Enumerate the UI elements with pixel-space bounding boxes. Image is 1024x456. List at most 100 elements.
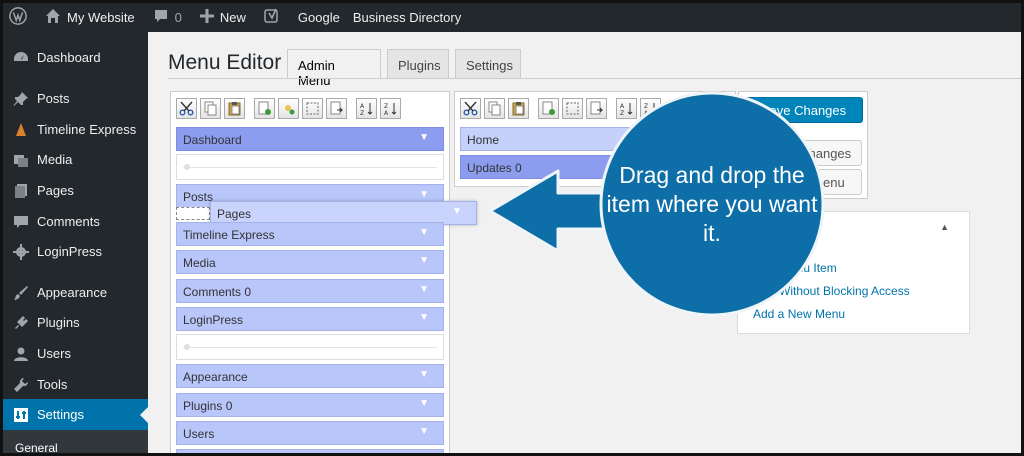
menu-item-timeline-express[interactable]: Timeline Express ▼: [176, 222, 444, 246]
comments-link[interactable]: 0: [144, 3, 191, 32]
home-icon: [45, 8, 61, 27]
menu-item-loginpress[interactable]: LoginPress ▼: [176, 307, 444, 331]
google-link[interactable]: Google: [289, 3, 349, 32]
sidebar-item-posts[interactable]: Posts: [3, 83, 148, 114]
svg-text:Z: Z: [644, 103, 648, 110]
menu-item-comments[interactable]: Comments 0 ▼: [176, 279, 444, 303]
google-label: Google: [297, 10, 340, 25]
menu-separator[interactable]: [176, 334, 444, 360]
sort-descending-button[interactable]: ZA: [640, 98, 661, 119]
sidebar-item-label: Comments: [37, 214, 100, 229]
sidebar-item-loginpress[interactable]: LoginPress: [3, 236, 148, 267]
new-item-button[interactable]: [538, 98, 559, 119]
svg-text:Z: Z: [360, 110, 364, 116]
chevron-down-icon[interactable]: ▼: [419, 255, 429, 266]
sort-descending-button[interactable]: ZA: [380, 98, 401, 119]
sort-az-icon: AZ: [359, 101, 374, 116]
sort-za-icon: ZA: [383, 101, 398, 116]
scissors-icon: [179, 101, 194, 116]
menu-item-label: Appearance: [183, 370, 248, 384]
sort-ascending-button[interactable]: AZ: [356, 98, 377, 119]
comment-icon: [11, 214, 31, 230]
sidebar-item-media[interactable]: Media: [3, 144, 148, 175]
copy-button[interactable]: [484, 98, 505, 119]
sidebar-item-timeline-express[interactable]: Timeline Express: [3, 114, 148, 145]
cut-button[interactable]: [176, 98, 197, 119]
chevron-down-icon[interactable]: ▼: [419, 227, 429, 238]
sidebar-item-users[interactable]: Users: [3, 338, 148, 369]
svg-text:A: A: [644, 110, 649, 116]
new-item-button[interactable]: [254, 98, 275, 119]
new-document-icon: [541, 101, 556, 116]
new-content-link[interactable]: New: [191, 3, 255, 32]
menu-item-plugins[interactable]: Plugins 0 ▼: [176, 393, 444, 417]
svg-text:Z: Z: [384, 103, 388, 110]
sidebar-item-tools[interactable]: Tools: [3, 369, 148, 400]
chevron-down-icon[interactable]: ▼: [419, 284, 429, 295]
submenu-item-home[interactable]: Home: [460, 127, 730, 151]
save-changes-button[interactable]: Save Changes: [744, 97, 863, 123]
menu-item-label: Updates 0: [467, 161, 522, 175]
howto-link-add-menu[interactable]: Add a New Menu: [753, 307, 845, 321]
tab-settings[interactable]: Settings: [455, 49, 521, 79]
cut-button[interactable]: [460, 98, 481, 119]
chevron-down-icon[interactable]: ▼: [452, 206, 462, 217]
chevron-down-icon[interactable]: ▼: [419, 398, 429, 409]
new-separator-button[interactable]: [278, 98, 299, 119]
menu-item-label: LoginPress: [183, 313, 244, 327]
right-toolbar: AZ ZA: [460, 98, 661, 119]
business-directory-link[interactable]: Business Directory: [349, 3, 470, 32]
sort-ascending-button[interactable]: AZ: [616, 98, 637, 119]
wordpress-icon: [9, 7, 27, 28]
chevron-down-icon[interactable]: ▼: [419, 132, 429, 143]
chevron-down-icon[interactable]: ▼: [419, 426, 429, 437]
menu-item-label: Dashboard: [183, 133, 242, 147]
copy-button[interactable]: [200, 98, 221, 119]
sidebar-item-comments[interactable]: Comments: [3, 206, 148, 237]
sidebar-item-appearance[interactable]: Appearance: [3, 277, 148, 308]
wrench-icon: [11, 377, 31, 393]
clipboard-icon: [511, 101, 526, 116]
yoast-link[interactable]: [255, 3, 289, 32]
menu-item-appearance[interactable]: Appearance ▼: [176, 364, 444, 388]
new-document-icon: [257, 101, 272, 116]
svg-text:A: A: [620, 103, 625, 110]
chevron-down-icon[interactable]: ▼: [419, 369, 429, 380]
chevron-down-icon[interactable]: ▼: [419, 312, 429, 323]
sparkle-document-icon: [281, 101, 296, 116]
sort-za-icon: ZA: [643, 101, 658, 116]
howto-link-without-blocking[interactable]: Without Blocking Access: [779, 284, 910, 298]
site-name-link[interactable]: My Website: [36, 3, 144, 32]
sidebar-item-label: Pages: [37, 183, 74, 198]
tab-plugins[interactable]: Plugins: [387, 49, 449, 79]
menu-separator[interactable]: [176, 154, 444, 180]
menu-item-users[interactable]: Users ▼: [176, 421, 444, 445]
menu-item-partial: [176, 449, 444, 453]
select-button[interactable]: [562, 98, 583, 119]
left-toolbar: AZ ZA: [176, 98, 401, 119]
paste-button[interactable]: [508, 98, 529, 119]
sidebar-item-dashboard[interactable]: Dashboard: [3, 42, 148, 73]
pages-icon: [11, 183, 31, 199]
menu-item-media[interactable]: Media ▼: [176, 250, 444, 274]
sidebar-item-label: Media: [37, 152, 73, 167]
menu-item-label: Comments 0: [183, 285, 252, 299]
business-directory-label: Business Directory: [352, 10, 462, 25]
wordpress-logo[interactable]: [3, 3, 36, 32]
select-button[interactable]: [302, 98, 323, 119]
svg-text:A: A: [360, 103, 365, 110]
sidebar-item-settings[interactable]: Settings: [3, 399, 148, 430]
move-button[interactable]: [326, 98, 347, 119]
move-button[interactable]: [586, 98, 607, 119]
tab-admin-menu[interactable]: Admin Menu: [287, 49, 381, 88]
sidebar-item-plugins[interactable]: Plugins: [3, 307, 148, 338]
menu-item-dashboard[interactable]: Dashboard ▼: [176, 127, 444, 151]
chevron-down-icon[interactable]: ▼: [419, 189, 429, 200]
submenu-item-general[interactable]: General: [3, 430, 148, 453]
howto-link-menu-item[interactable]: enu Item: [790, 261, 837, 275]
sidebar-item-pages[interactable]: Pages: [3, 175, 148, 206]
collapse-triangle-icon[interactable]: ▲: [940, 222, 949, 232]
callout-text: Drag and drop the item where you want it…: [606, 162, 818, 246]
screenshot-frame: My Website 0 New Google Business Directo…: [0, 0, 1024, 456]
paste-button[interactable]: [224, 98, 245, 119]
